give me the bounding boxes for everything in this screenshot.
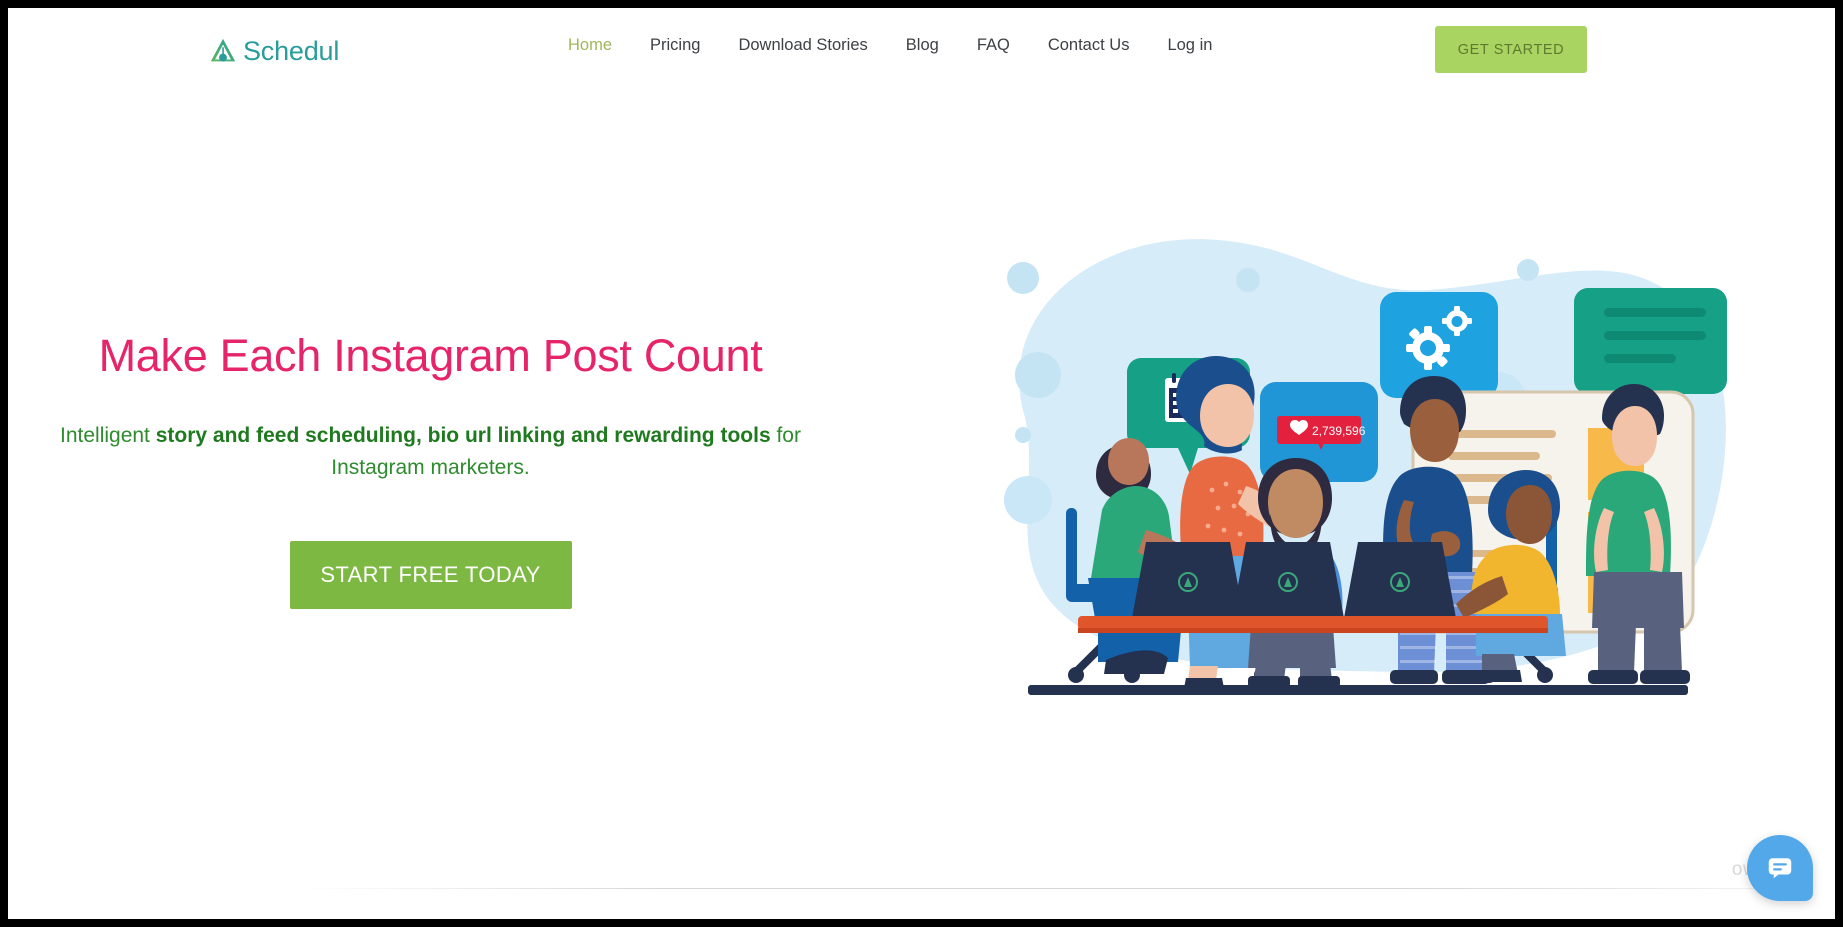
hero-section: Make Each Instagram Post Count Intellige… [8, 90, 1835, 880]
hero-subtitle-emphasis: story and feed scheduling, bio url linki… [155, 423, 771, 447]
hero-subtitle-lead: Intelligent [60, 423, 156, 447]
floor-line [1028, 685, 1688, 695]
nav-item-pricing[interactable]: Pricing [650, 32, 700, 58]
brand-logo-link[interactable]: Schedul [208, 36, 339, 66]
site-header: Schedul Home Pricing Download Stories Bl… [8, 8, 1835, 90]
like-count-label: 2,739,596 [1312, 424, 1366, 438]
hero-title: Make Each Instagram Post Count [98, 330, 763, 381]
laptop [1344, 542, 1456, 618]
browser-viewport: Schedul Home Pricing Download Stories Bl… [8, 8, 1835, 919]
decor-circle [1015, 352, 1061, 398]
main-navigation: Home Pricing Download Stories Blog FAQ C… [568, 32, 1250, 58]
desk-top [1078, 616, 1548, 630]
nav-item-download-stories[interactable]: Download Stories [738, 32, 867, 58]
hero-copy: Make Each Instagram Post Count Intellige… [8, 330, 853, 609]
laptop [1232, 542, 1344, 618]
start-free-today-button[interactable]: START FREE TODAY [289, 540, 572, 609]
hero-subtitle: Intelligent story and feed scheduling, b… [8, 420, 853, 485]
get-started-button[interactable]: GET STARTED [1435, 26, 1587, 73]
decor-circle [1004, 476, 1052, 524]
ai-triangle-logo-icon [208, 36, 238, 66]
decor-circle [1007, 262, 1039, 294]
chat-message-icon [1765, 852, 1795, 885]
brand-name: Schedul [243, 35, 340, 66]
nav-item-faq[interactable]: FAQ [977, 32, 1010, 58]
nav-item-blog[interactable]: Blog [906, 32, 939, 58]
team-collaboration-illustration: 2,739,596 [928, 110, 1768, 750]
chat-widget-button[interactable] [1747, 835, 1813, 901]
section-divider [298, 888, 1768, 889]
laptop [1132, 542, 1244, 618]
nav-item-contact-us[interactable]: Contact Us [1048, 32, 1130, 58]
nav-item-home[interactable]: Home [568, 32, 612, 58]
decor-circle [1517, 259, 1539, 281]
decor-circle [1015, 427, 1031, 443]
decor-circle [1236, 268, 1260, 292]
nav-item-log-in[interactable]: Log in [1167, 32, 1212, 58]
